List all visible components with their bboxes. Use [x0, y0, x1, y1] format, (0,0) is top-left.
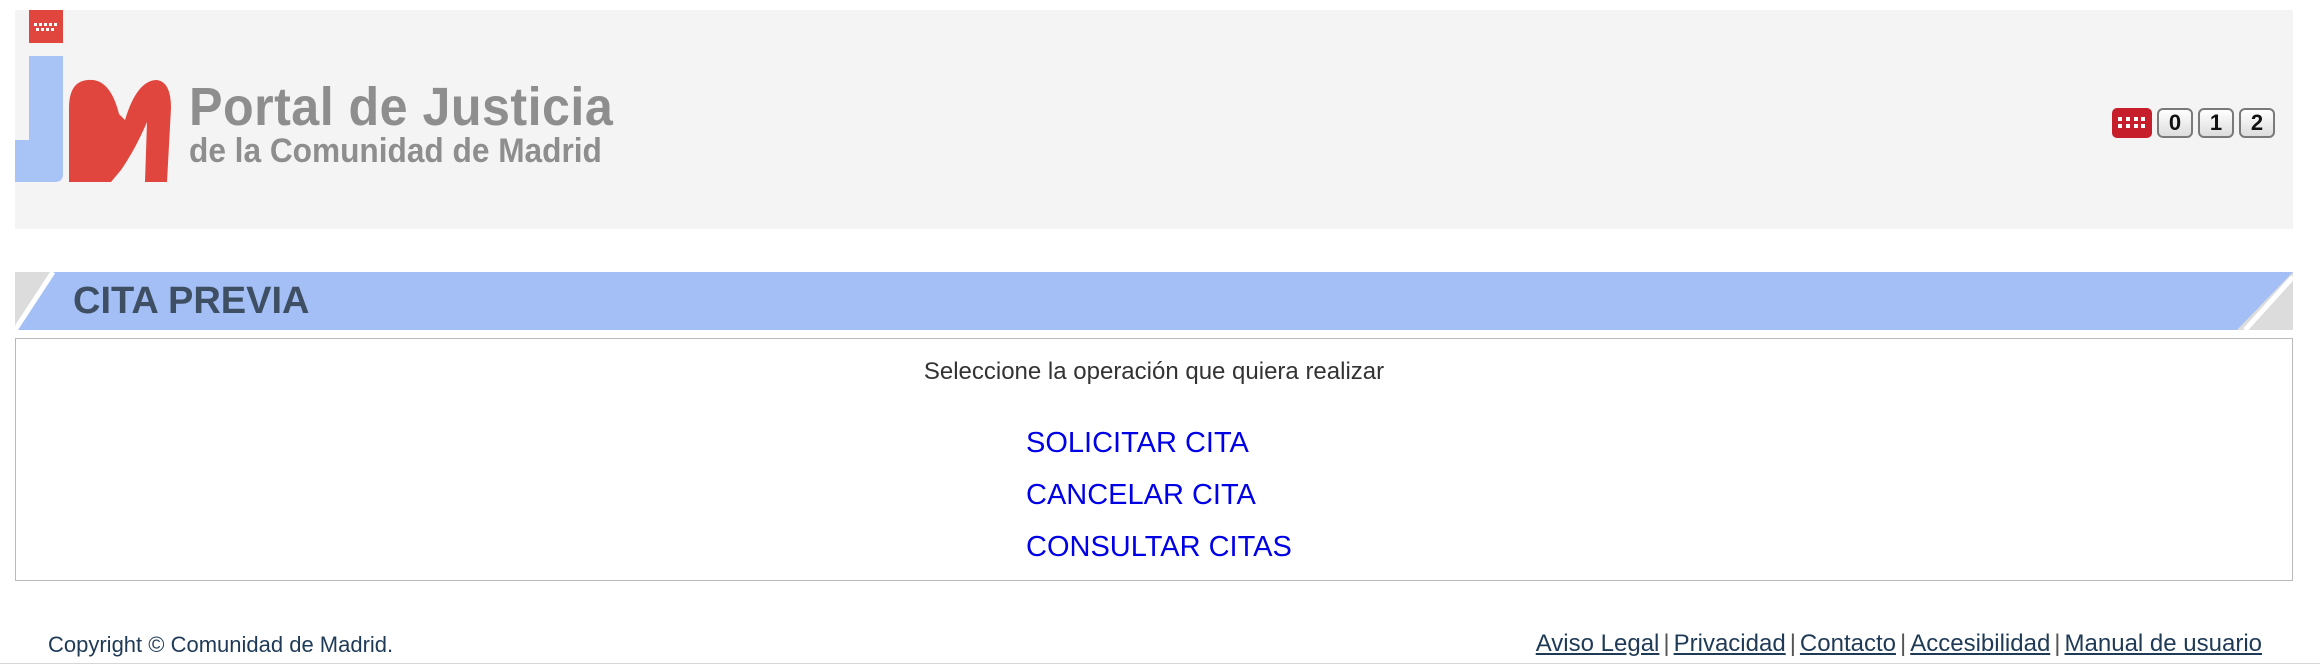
section-bar-decoration — [15, 272, 2293, 330]
consultar-citas-link[interactable]: CONSULTAR CITAS — [1026, 527, 1292, 579]
portal-subtitle: de la Comunidad de Madrid — [189, 132, 602, 170]
site-header: Portal de Justicia de la Comunidad de Ma… — [15, 10, 2293, 229]
badge-digit: 0 — [2157, 108, 2193, 138]
footer-separator: | — [1663, 630, 1670, 657]
manual-de-usuario-link[interactable]: Manual de usuario — [2065, 630, 2262, 657]
accesibilidad-link[interactable]: Accesibilidad — [1910, 630, 2050, 657]
privacidad-link[interactable]: Privacidad — [1674, 630, 1786, 657]
emergency-012-badge[interactable]: 0 1 2 — [2112, 108, 2275, 138]
portal-logo[interactable]: Portal de Justicia de la Comunidad de Ma… — [15, 10, 615, 229]
contacto-link[interactable]: Contacto — [1800, 630, 1896, 657]
cancelar-cita-link[interactable]: CANCELAR CITA — [1026, 475, 1292, 527]
section-header-bar: CITA PREVIA — [15, 272, 2293, 330]
footer-links: Aviso Legal | Privacidad | Contacto | Accesibi… — [1536, 630, 2262, 658]
badge-digit: 1 — [2198, 108, 2234, 138]
instruction-text: Seleccione la operación que quiera reali… — [923, 358, 1385, 385]
operations-list: SOLICITAR CITA CANCELAR CITA CONSULTAR C… — [1026, 423, 1292, 579]
footer-separator: | — [1899, 630, 1907, 657]
section-title: CITA PREVIA — [73, 280, 310, 322]
operations-panel: Seleccione la operación que quiera reali… — [15, 338, 2293, 581]
aviso-legal-link[interactable]: Aviso Legal — [1536, 630, 1660, 657]
jm-logo-icon — [15, 10, 171, 182]
footer-separator: | — [2054, 630, 2061, 657]
site-footer: Copyright © Comunidad de Madrid. Aviso L… — [0, 625, 2320, 664]
footer-separator: | — [1789, 630, 1796, 657]
portal-title: Portal de Justicia — [189, 77, 614, 137]
badge-digit: 2 — [2239, 108, 2275, 138]
madrid-flag-icon — [2112, 108, 2152, 138]
copyright-text: Copyright © Comunidad de Madrid. — [48, 632, 394, 657]
solicitar-cita-link[interactable]: SOLICITAR CITA — [1026, 423, 1292, 475]
